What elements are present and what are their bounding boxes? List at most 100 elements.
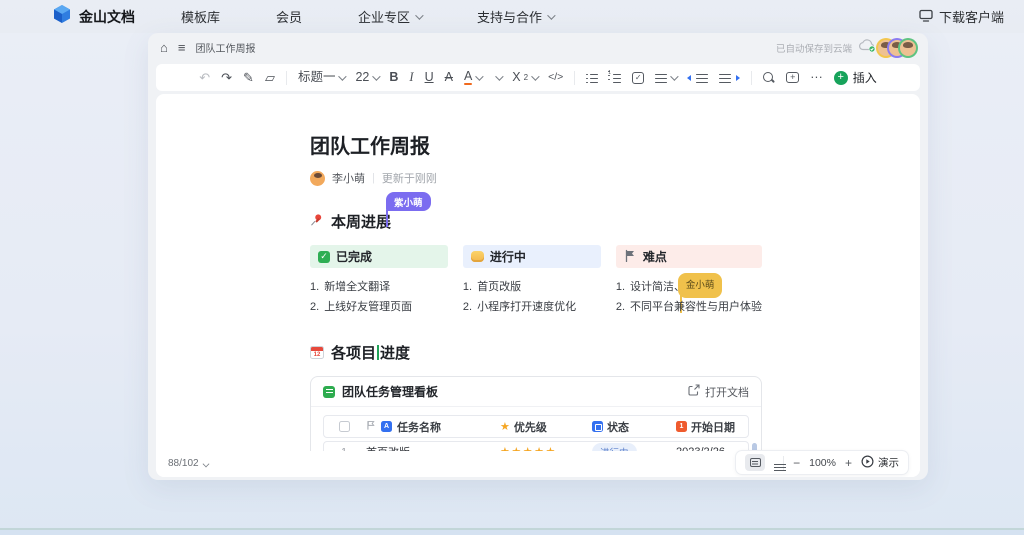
check-emoji-icon: ✓ xyxy=(318,250,330,263)
save-status: 已自动保存到云端 xyxy=(775,43,852,55)
bullet-list-icon xyxy=(586,73,599,83)
flag-icon xyxy=(366,420,376,433)
indent-increase-button[interactable] xyxy=(719,73,741,83)
more-button[interactable]: ··· xyxy=(810,71,823,84)
more-icon: ··· xyxy=(810,70,823,85)
chevron-down-icon xyxy=(495,71,504,81)
collaborator-avatars xyxy=(878,39,916,56)
view-controls: − 100% + 演示 xyxy=(736,451,908,474)
fit-width-button[interactable] xyxy=(745,454,766,471)
brand-name: 金山文档 xyxy=(79,8,135,25)
align-button[interactable] xyxy=(655,71,679,83)
open-document-button[interactable]: 打开文档 xyxy=(688,384,749,400)
nav-item-membership[interactable]: 会员 xyxy=(276,7,302,26)
toolbar-divider xyxy=(574,70,576,85)
insert-button[interactable]: + 插入 xyxy=(833,69,877,86)
comment-icon: + xyxy=(786,72,800,83)
bullet-list-button[interactable] xyxy=(586,73,599,83)
list-item: 设计简洁、易 金小萌 xyxy=(616,273,762,313)
zoom-level[interactable]: 100% xyxy=(809,457,836,469)
nav-items: 模板库 会员 企业专区 支持与合作 xyxy=(181,7,556,26)
document-canvas[interactable]: 团队工作周报 李小萌 | 更新于刚刚 本周进展 紫小萌 ✓ 已完成 新增全文翻译… xyxy=(156,94,920,477)
avatar[interactable] xyxy=(900,39,916,56)
list-item: 不同平台兼容性与用户体验 xyxy=(630,301,762,313)
numbered-list-button[interactable] xyxy=(608,70,622,83)
divider xyxy=(783,455,785,470)
task-list-icon: ✓ xyxy=(632,71,645,84)
column-difficulties: 难点 设计简洁、易 金小萌 不同平台兼容性与用户体验 xyxy=(615,245,762,317)
collab-cursor-label: 紫小萌 xyxy=(386,192,431,211)
cloud-saved-icon xyxy=(858,38,877,58)
play-icon xyxy=(861,454,874,471)
author-avatar xyxy=(310,170,325,186)
status-field-icon xyxy=(592,421,603,432)
present-button[interactable]: 演示 xyxy=(861,454,899,471)
fist-emoji-icon xyxy=(470,251,484,262)
byline: 李小萌 | 更新于刚刚 xyxy=(310,170,762,186)
task-list-button[interactable]: ✓ xyxy=(632,71,645,84)
kdocs-logo-icon xyxy=(52,4,72,29)
chevron-down-icon xyxy=(475,71,484,81)
font-size-select[interactable]: 22 xyxy=(355,71,382,84)
word-count-dropdown[interactable]: 88/102 xyxy=(168,458,209,469)
highlight-color-button[interactable] xyxy=(492,71,504,81)
doc-tab-title: 团队工作周报 xyxy=(195,44,256,55)
table-header-row: A 任务名称 ★ 优先级 状态 1 开始日期 xyxy=(323,415,749,438)
clear-format-button[interactable]: ▱ xyxy=(265,71,275,84)
font-color-button[interactable]: A xyxy=(463,70,484,86)
document-title: 团队工作周报 xyxy=(310,136,430,158)
font-color-icon: A xyxy=(463,70,473,86)
pushpin-icon xyxy=(310,213,324,231)
indent-decrease-button[interactable] xyxy=(687,73,709,83)
editor-window: ⌂ ≡ 团队工作周报 已自动保存到云端 ↶ ↷ ✎ ▱ 标题一 22 B I U… xyxy=(148,33,928,480)
list-item: 首页改版 xyxy=(477,281,522,293)
indent-decrease-icon xyxy=(687,74,692,81)
underline-button[interactable]: U xyxy=(425,71,434,84)
chevron-down-icon xyxy=(372,71,382,81)
download-client-button[interactable]: 下载客户端 xyxy=(919,7,1004,26)
undo-button[interactable]: ↶ xyxy=(199,71,210,84)
chevron-down-icon xyxy=(670,71,679,81)
date-field-icon: 1 xyxy=(676,421,687,432)
home-icon: ⌂ xyxy=(160,40,168,55)
toolbar: ↶ ↷ ✎ ▱ 标题一 22 B I U A A X2 </> ✓ + ··· … xyxy=(156,64,920,91)
list-item: 新增全文翻译 xyxy=(324,281,391,293)
redo-button[interactable]: ↷ xyxy=(221,71,232,84)
superscript-button[interactable]: X2 xyxy=(512,71,540,84)
format-painter-button[interactable]: ✎ xyxy=(243,71,254,84)
zoom-out-button[interactable]: − xyxy=(793,456,800,470)
chevron-down-icon xyxy=(415,10,424,20)
heading-style-select[interactable]: 标题一 xyxy=(298,71,348,84)
indent-increase-icon xyxy=(736,74,741,81)
brand[interactable]: 金山文档 xyxy=(52,4,135,29)
undo-icon: ↶ xyxy=(199,70,211,85)
monitor-icon xyxy=(919,9,933,25)
nav-item-templates[interactable]: 模板库 xyxy=(181,7,220,26)
column-header-name: 任务名称 xyxy=(397,421,441,434)
search-button[interactable] xyxy=(763,71,775,84)
column-done: ✓ 已完成 新增全文翻译 上线好友管理页面 xyxy=(310,245,448,317)
fit-width-icon xyxy=(749,458,761,467)
format-painter-icon: ✎ xyxy=(243,70,254,85)
redo-icon: ↷ xyxy=(221,70,233,85)
collab-cursor-caret xyxy=(377,345,380,360)
bold-button[interactable]: B xyxy=(389,71,398,84)
status-bar: 88/102 − 100% + 演示 xyxy=(156,451,920,477)
card-header: 团队任务管理看板 打开文档 xyxy=(311,377,761,407)
column-header-date: 开始日期 xyxy=(691,421,735,434)
nav-item-enterprise[interactable]: 企业专区 xyxy=(358,7,424,26)
italic-button[interactable]: I xyxy=(409,71,413,84)
home-button[interactable]: ⌂ xyxy=(160,41,168,54)
comment-button[interactable]: + xyxy=(786,72,800,83)
strikethrough-button[interactable]: A xyxy=(445,71,453,84)
document-body: 团队工作周报 李小萌 | 更新于刚刚 本周进展 紫小萌 ✓ 已完成 新增全文翻译… xyxy=(310,130,762,477)
nav-item-support[interactable]: 支持与合作 xyxy=(477,7,556,26)
menu-button[interactable]: ≡ xyxy=(178,41,186,54)
select-all-checkbox[interactable] xyxy=(338,421,350,432)
zoom-in-button[interactable]: + xyxy=(845,456,852,470)
collab-cursor-label: 金小萌 xyxy=(677,273,723,298)
top-nav: 金山文档 模板库 会员 企业专区 支持与合作 下载客户端 xyxy=(0,0,1024,33)
code-block-button[interactable]: </> xyxy=(548,72,563,83)
author-name: 李小萌 xyxy=(332,173,365,185)
column-difficulties-header: 难点 xyxy=(615,245,762,268)
